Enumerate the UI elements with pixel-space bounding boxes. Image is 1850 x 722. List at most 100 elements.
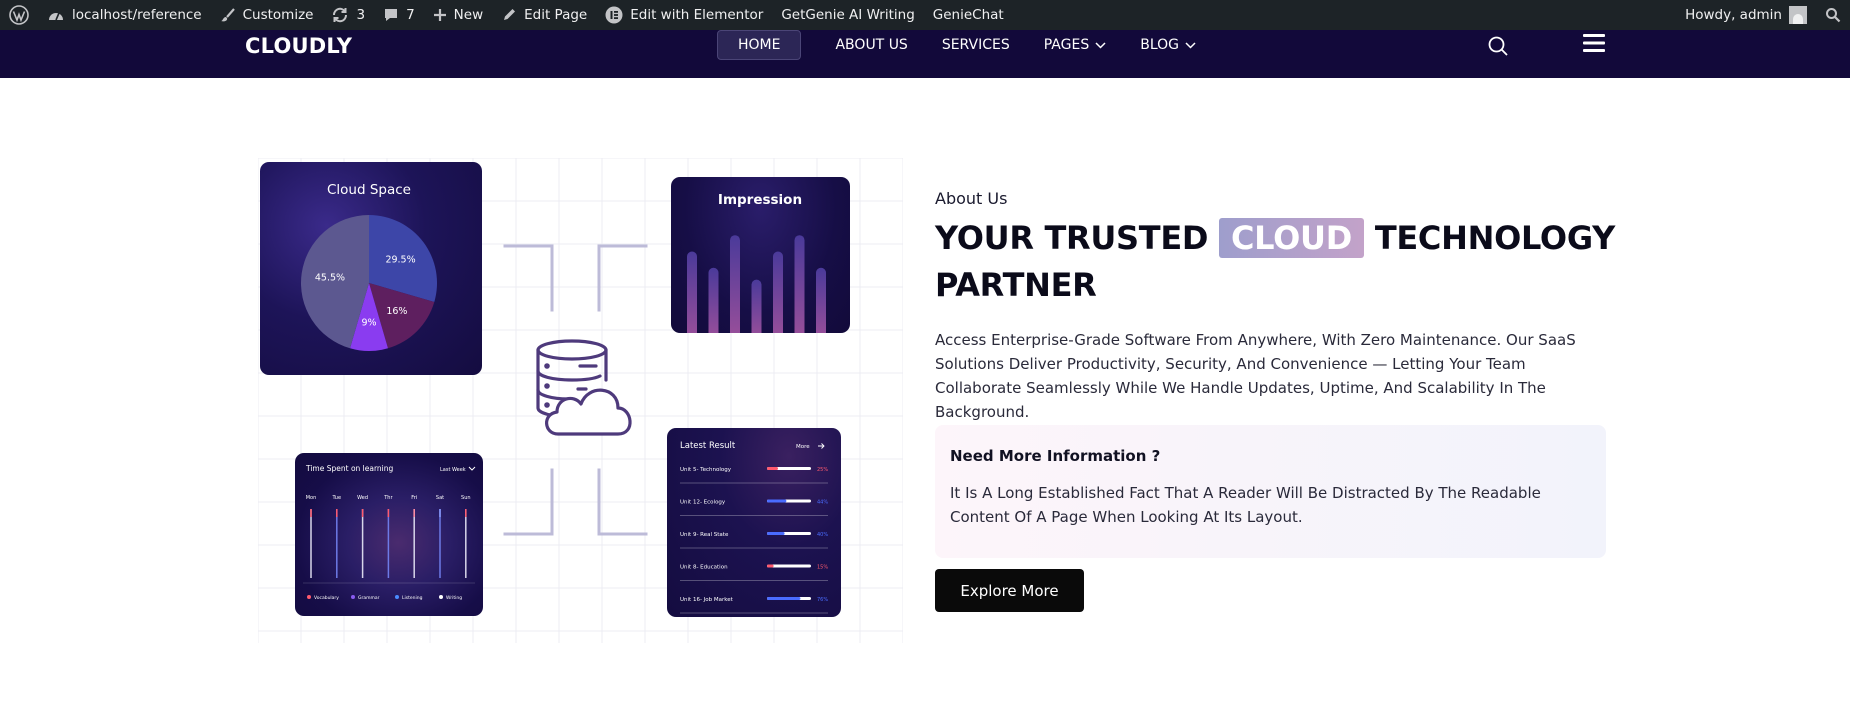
result-row-label: Unit 12- Ecology — [680, 500, 726, 506]
result-percent: 15% — [817, 565, 828, 571]
database-cloud-icon — [536, 339, 632, 436]
search-button[interactable] — [1487, 35, 1509, 61]
pie-slice-label: 29.5% — [385, 254, 415, 265]
nav-item-services[interactable]: SERVICES — [925, 30, 1027, 60]
day-label: Sun — [461, 495, 471, 501]
more-link: More — [796, 444, 810, 450]
comment-icon — [385, 9, 398, 21]
time-spent-chart: Time Spent on learning Last Week Mon Tue W… — [303, 464, 476, 601]
site-name-label: localhost/reference — [72, 7, 202, 23]
site-name-link[interactable]: localhost/reference — [38, 0, 211, 30]
impression-bar — [773, 251, 783, 333]
section-headline: YOUR TRUSTED CLOUD TECHNOLOGY PARTNER — [935, 215, 1625, 309]
info-text: It Is A Long Established Fact That A Rea… — [950, 484, 1541, 526]
impression-bar — [687, 251, 697, 333]
comments-count: 7 — [406, 7, 415, 23]
edit-with-elementor-link[interactable]: Edit with Elementor — [596, 0, 772, 30]
headline-text-before: YOUR TRUSTED — [935, 219, 1209, 257]
plus-icon — [433, 9, 446, 21]
wordpress-logo-icon[interactable] — [0, 0, 38, 30]
legend-dot — [351, 595, 355, 599]
updates-count: 3 — [356, 7, 366, 23]
latest-result-list: Latest Result More Unit 5- Technology 25%… — [680, 441, 828, 614]
new-label: New — [453, 7, 484, 23]
latest-result-card: Latest Result More Unit 5- Technology 25%… — [667, 428, 841, 617]
result-progress-fill — [767, 499, 787, 503]
nav-item-pages[interactable]: PAGES — [1027, 30, 1123, 60]
elementor-icon — [605, 6, 623, 24]
result-progress-fill — [767, 532, 785, 535]
edit-page-label: Edit Page — [524, 7, 588, 23]
impression-bar — [751, 279, 762, 333]
pie-slice-label: 9% — [361, 317, 376, 328]
day-label: Mon — [306, 495, 317, 501]
about-illustration: Cloud Space 29.5% 16% 9% 45.5% Impression T… — [258, 158, 903, 643]
nav-item-blog[interactable]: BLOG — [1123, 30, 1213, 60]
impression-title: Impression — [718, 192, 802, 208]
geniechat-link[interactable]: GenieChat — [924, 0, 1013, 30]
dashboard-icon — [49, 12, 63, 21]
impression-bar — [708, 267, 719, 333]
search-icon — [1488, 36, 1508, 56]
geniechat-label: GenieChat — [932, 7, 1004, 23]
explore-more-button[interactable]: Explore More — [935, 569, 1084, 612]
pencil-icon — [504, 9, 516, 20]
corner-brackets — [503, 244, 648, 536]
impression-bar — [730, 235, 740, 333]
impression-bar — [794, 235, 805, 333]
time-spent-title: Time Spent on learning — [305, 464, 394, 473]
getgenie-link[interactable]: GetGenie AI Writing — [772, 0, 923, 30]
comments-link[interactable]: 7 — [374, 0, 424, 30]
result-percent: 40% — [817, 532, 828, 538]
nav-item-about-us[interactable]: ABOUT US — [818, 30, 924, 60]
day-label: Tue — [332, 495, 342, 501]
legend-dot — [395, 595, 399, 599]
legend-label: Grammar — [358, 595, 380, 601]
day-label: Sat — [436, 495, 444, 501]
nav-label: PAGES — [1043, 37, 1090, 53]
nav-label: SERVICES — [941, 37, 1010, 53]
edit-page-link[interactable]: Edit Page — [492, 0, 596, 30]
cloud-space-card: Cloud Space 29.5% 16% 9% 45.5% — [260, 162, 482, 375]
day-label: Wed — [357, 495, 368, 501]
result-row-label: Unit 16- Job Market — [680, 597, 734, 603]
section-description: Access Enterprise-Grade Software From An… — [935, 331, 1576, 421]
edit-elementor-label: Edit with Elementor — [630, 7, 764, 23]
result-percent: 76% — [817, 597, 828, 603]
arrow-right-icon — [818, 443, 825, 449]
section-eyebrow: About Us — [935, 189, 1008, 208]
main-nav: HOME ABOUT US SERVICES PAGES BLOG — [717, 30, 1213, 60]
result-progress-fill — [767, 564, 774, 568]
account-menu[interactable]: Howdy, admin — [1676, 0, 1816, 30]
cloud-space-title: Cloud Space — [327, 182, 411, 198]
cloud-space-pie-chart: Cloud Space 29.5% 16% 9% 45.5% — [301, 182, 437, 351]
site-logo[interactable]: CLOUDLY — [245, 34, 352, 58]
legend-label: Vocabulary — [314, 595, 339, 601]
updates-icon — [333, 7, 348, 23]
legend-dot — [439, 595, 443, 599]
time-spent-card: Time Spent on learning Last Week Mon Tue W… — [295, 453, 483, 616]
customize-link[interactable]: Customize — [211, 0, 323, 30]
result-row-label: Unit 9- Real State — [680, 532, 729, 538]
pie-slice-label: 16% — [386, 306, 407, 317]
nav-label: ABOUT US — [835, 37, 908, 53]
result-progress-fill — [767, 467, 778, 470]
admin-search-button[interactable] — [1816, 0, 1850, 30]
impression-bar-chart: Impression — [687, 192, 826, 333]
result-row-label: Unit 8- Education — [680, 565, 728, 571]
avatar — [1789, 6, 1807, 24]
legend-label: Writing — [446, 595, 462, 601]
time-range-label: Last Week — [440, 467, 466, 473]
search-icon — [1826, 8, 1841, 23]
result-row-label: Unit 5- Technology — [680, 467, 732, 473]
new-content-link[interactable]: New — [424, 0, 492, 30]
getgenie-label: GetGenie AI Writing — [781, 7, 915, 23]
menu-button[interactable] — [1583, 32, 1605, 58]
howdy-label: Howdy, admin — [1685, 7, 1782, 23]
legend-label: Listening — [402, 595, 423, 601]
nav-item-home[interactable]: HOME — [717, 30, 802, 60]
paintbrush-icon — [220, 8, 235, 22]
site-header: CLOUDLY HOME ABOUT US SERVICES PAGES BLO… — [0, 30, 1850, 78]
updates-link[interactable]: 3 — [322, 0, 374, 30]
impression-card: Impression — [671, 177, 850, 333]
